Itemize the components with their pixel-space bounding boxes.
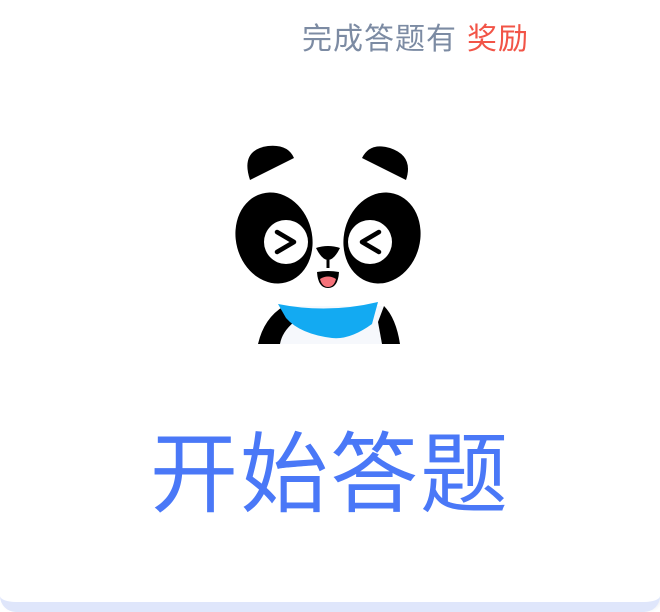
panda-left-ear — [247, 145, 294, 180]
panda-mascot-icon — [235, 145, 421, 344]
reward-prefix-text: 完成答题有 — [302, 22, 457, 57]
reward-highlight-text: 奖励 — [467, 22, 529, 57]
panda-nose — [316, 246, 340, 260]
reward-notice: 完成答题有 奖励 — [302, 20, 529, 60]
panda-left-eye — [264, 220, 308, 264]
panda-right-ear — [362, 146, 408, 180]
start-quiz-button[interactable]: 开始答题 — [0, 420, 660, 530]
panda-right-eye — [348, 220, 392, 264]
quiz-entry-card: 完成答题有 奖励 开始答题 — [0, 0, 660, 612]
